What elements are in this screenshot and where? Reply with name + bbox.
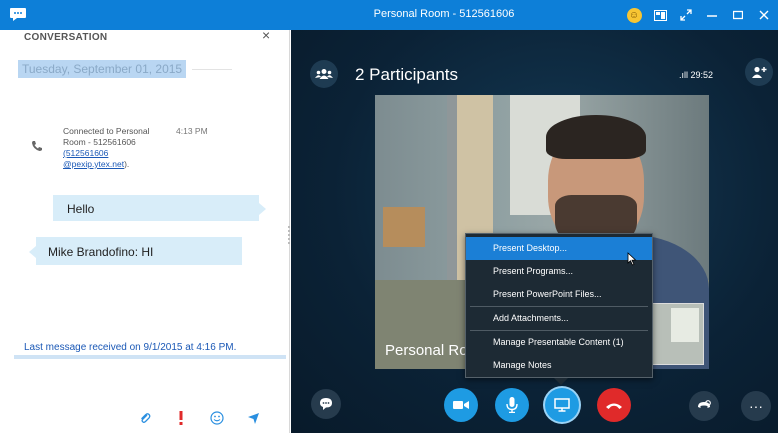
system-message-time: 4:13 PM [176,126,208,136]
menu-pointer [554,378,568,385]
emoji-icon[interactable] [210,411,224,425]
add-participant-button[interactable] [745,58,773,86]
message-bubble-outgoing: Hello [53,195,266,221]
mouse-cursor-icon [627,252,637,266]
pane-resize-handle[interactable] [288,226,290,246]
self-view-thumbnail[interactable] [652,303,704,365]
compose-divider [14,355,286,359]
message-bubble-incoming: Mike Brandofino: HI [29,237,242,265]
add-person-icon [752,66,767,78]
attachment-icon[interactable] [138,411,152,425]
maximize-icon[interactable] [730,7,746,23]
participants-button[interactable] [310,60,338,88]
last-message-status: Last message received on 9/1/2015 at 4:1… [24,342,237,353]
menu-item-add-attachments[interactable]: Add Attachments... [466,307,652,330]
menu-item-present-powerpoint[interactable]: Present PowerPoint Files... [466,283,652,306]
hang-up-button[interactable] [597,388,631,422]
camera-button[interactable] [444,388,478,422]
participants-count: 2 Participants [355,65,458,84]
chat-icon [320,398,332,410]
fullscreen-icon[interactable] [678,7,694,23]
video-room-label: Personal Ro [385,342,468,359]
video-camera-icon [453,401,469,409]
date-divider [192,69,232,70]
close-conversation-button[interactable]: × [262,27,270,43]
menu-item-manage-notes[interactable]: Manage Notes [466,354,652,377]
emoticon-icon[interactable]: ☺ [626,7,642,23]
conversation-header: CONVERSATION [24,32,108,43]
microphone-icon [506,397,518,413]
menu-item-manage-presentable-content[interactable]: Manage Presentable Content (1) [466,331,652,354]
more-options-button[interactable]: ··· [741,391,771,421]
conversation-date: Tuesday, September 01, 2015 [18,60,187,78]
system-message-line1: Connected to Personal [63,126,150,136]
present-menu: Present Desktop... Present Programs... P… [465,233,653,378]
compose-toolbar [138,411,260,425]
hang-up-icon [606,403,622,409]
minimize-icon[interactable] [704,7,720,23]
system-message-suffix: ). [124,159,130,169]
call-quality-timer: .ıll 29:52 [679,70,714,80]
menu-item-present-programs[interactable]: Present Programs... [466,260,652,283]
close-window-icon[interactable] [756,7,772,23]
phone-settings-icon [698,400,711,408]
chat-button[interactable] [311,389,341,419]
send-icon[interactable] [246,411,260,425]
layout-icon[interactable] [652,7,668,23]
compose-input[interactable] [14,360,286,403]
present-button[interactable] [545,388,579,422]
monitor-icon [554,398,570,412]
room-number-link[interactable]: (512561606 [63,148,108,158]
call-controls-button[interactable] [689,391,719,421]
system-message: Connected to Personal Room - 512561606 (… [63,126,173,170]
window-controls: ☺ [626,4,778,26]
microphone-button[interactable] [495,388,529,422]
participants-icon [315,69,333,79]
title-bar: Personal Room - 512561606 ☺ [0,0,778,30]
menu-item-present-desktop[interactable]: Present Desktop... [466,237,652,260]
room-address-link[interactable]: @pexip.ytex.net [63,159,124,169]
system-message-line2: Room - 512561606 [63,137,136,147]
phone-icon [32,141,42,151]
high-importance-icon[interactable] [174,411,188,425]
